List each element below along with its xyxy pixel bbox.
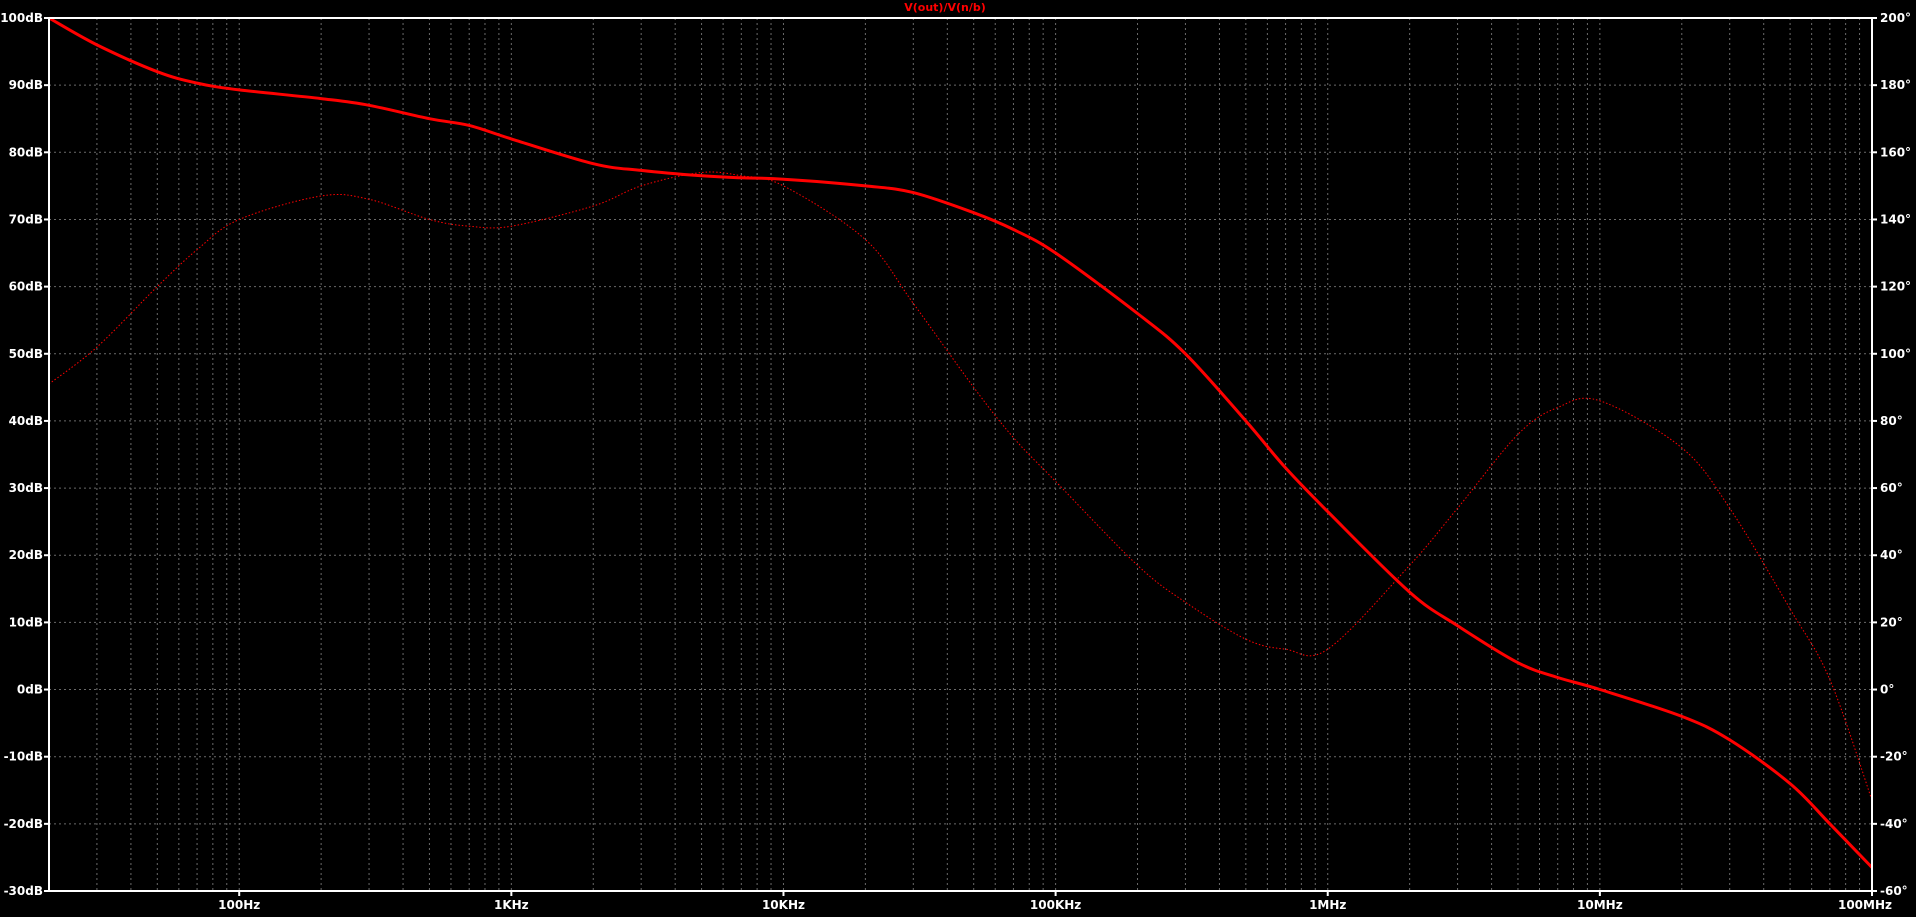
y-left-tick-label: 50dB	[9, 347, 43, 361]
y-left-tick-label: 10dB	[9, 615, 43, 629]
chart-title: V(out)/V(n/b)	[904, 1, 986, 14]
y-left-tick-label: 40dB	[9, 414, 43, 428]
y-left-tick-label: 70dB	[9, 212, 43, 226]
x-tick-label: 100MHz	[1838, 898, 1892, 912]
y-left-tick-label: -20dB	[4, 817, 43, 831]
y-right-tick-label: 180°	[1880, 78, 1911, 92]
x-tick-label: 10MHz	[1577, 898, 1623, 912]
y-right-tick-label: 60°	[1880, 481, 1903, 495]
bode-plot: 100dB 90dB 80dB 70dB 60dB 50dB 40dB 30dB 20dB 10d…	[0, 0, 1916, 917]
y-left-tick-label: 0dB	[17, 683, 43, 697]
plot-background	[0, 0, 1916, 917]
y-right-tick-label: 140°	[1880, 212, 1911, 226]
y-left-tick-label: 20dB	[9, 548, 43, 562]
y-right-tick-label: -60°	[1880, 884, 1908, 898]
y-right-tick-label: 120°	[1880, 280, 1911, 294]
x-tick-label: 10KHz	[762, 898, 805, 912]
y-left-tick-label: 90dB	[9, 78, 43, 92]
x-tick-label: 100Hz	[218, 898, 260, 912]
x-tick-label: 100KHz	[1030, 898, 1081, 912]
x-tick-label: 1KHz	[494, 898, 529, 912]
y-left-tick-label: -10dB	[4, 750, 43, 764]
y-left-tick-label: 80dB	[9, 145, 43, 159]
y-left-tick-label: 60dB	[9, 280, 43, 294]
y-right-tick-label: -40°	[1880, 817, 1908, 831]
y-left-tick-label: -30dB	[4, 884, 43, 898]
y-right-tick-label: 100°	[1880, 347, 1911, 361]
y-left-tick-label: 30dB	[9, 481, 43, 495]
x-tick-label: 1MHz	[1309, 898, 1346, 912]
y-right-tick-label: 0°	[1880, 683, 1894, 697]
y-right-tick-label: 160°	[1880, 145, 1911, 159]
y-right-tick-label: 80°	[1880, 414, 1903, 428]
y-right-tick-label: 20°	[1880, 615, 1903, 629]
y-left-tick-label: 100dB	[0, 11, 43, 25]
y-right-tick-label: 40°	[1880, 548, 1903, 562]
y-right-tick-label: -20°	[1880, 750, 1908, 764]
y-right-tick-label: 200°	[1880, 11, 1911, 25]
